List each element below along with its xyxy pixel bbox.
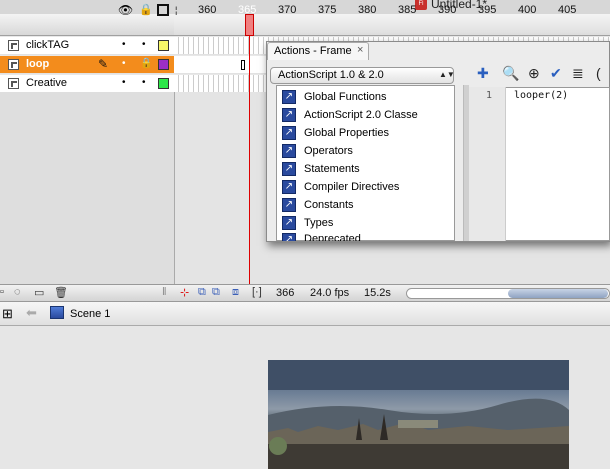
elapsed-time: 15.2s: [364, 287, 391, 299]
code-line[interactable]: looper(2): [514, 90, 568, 101]
ruler-tick: ¦: [175, 5, 178, 15]
timeline-hscroll-thumb[interactable]: [508, 289, 608, 298]
playhead-line: [249, 36, 250, 286]
updown-arrow-icon[interactable]: ▲▼: [439, 68, 455, 82]
toolbox-item-label: Compiler Directives: [304, 181, 400, 193]
toolbox-scrollbar[interactable]: [455, 85, 464, 241]
visibility-dot[interactable]: •: [122, 39, 126, 50]
book-icon: ↗: [282, 216, 296, 230]
actionscript-version-value: ActionScript 1.0 & 2.0: [278, 69, 384, 81]
book-icon: ↗: [282, 108, 296, 122]
scene-label[interactable]: Scene 1: [70, 308, 110, 320]
stage-photo[interactable]: [268, 360, 569, 469]
frame-ruler[interactable]: [174, 14, 610, 36]
layer-row-creative[interactable]: Creative • •: [0, 75, 174, 93]
layer-name: clickTAG: [26, 39, 70, 51]
ruler-number: 370: [278, 4, 297, 16]
toolbox-item-global-functions[interactable]: ↗ Global Functions: [282, 89, 387, 105]
add-guide-icon[interactable]: ◌: [14, 286, 21, 298]
toolbox-item-label: Global Properties: [304, 127, 389, 139]
ruler-number: 360: [198, 4, 217, 16]
toolbox-item-label: Statements: [304, 163, 360, 175]
playhead[interactable]: [245, 14, 254, 36]
ruler-number: 395: [478, 4, 497, 16]
layer-icon: [8, 59, 19, 70]
keyframe-marker[interactable]: [241, 60, 245, 70]
lock-icon[interactable]: 🔒: [140, 58, 152, 69]
close-icon[interactable]: ×: [357, 44, 363, 56]
book-icon: ↗: [282, 198, 296, 212]
book-icon: ↗: [282, 233, 296, 241]
visibility-dot[interactable]: •: [122, 77, 126, 88]
toolbox-item-label: Deprecated: [304, 233, 361, 241]
onion-skin-icon[interactable]: ⧉: [198, 286, 206, 299]
layer-name: loop: [26, 58, 50, 70]
new-folder-icon[interactable]: ▭: [34, 286, 44, 299]
layer-color-swatch[interactable]: [158, 40, 169, 51]
toolbox-item-types[interactable]: ↗ Types: [282, 215, 333, 231]
toolbox-item-label: Operators: [304, 145, 353, 157]
pencil-crossed-icon: ✎: [98, 57, 109, 71]
code-hint-icon[interactable]: (: [596, 65, 601, 81]
current-frame: 366: [276, 287, 295, 299]
layer-name: Creative: [26, 77, 67, 89]
layer-color-swatch[interactable]: [158, 59, 169, 70]
new-layer-icon[interactable]: ▫: [0, 286, 4, 298]
center-frame-icon[interactable]: ⊹: [180, 286, 189, 299]
book-icon: ↗: [282, 180, 296, 194]
modify-markers-icon[interactable]: [·]: [252, 286, 262, 298]
auto-format-icon[interactable]: ≣: [572, 65, 584, 82]
toolbox-item-as2-classes[interactable]: ↗ ActionScript 2.0 Classe: [282, 107, 418, 123]
book-icon: ↗: [282, 162, 296, 176]
ruler-number: 380: [358, 4, 377, 16]
toolbox-item-label: ActionScript 2.0 Classe: [304, 109, 418, 121]
resize-handle-icon[interactable]: ‖: [162, 286, 167, 298]
ruler-number: 390: [438, 4, 457, 16]
onion-outline-icon[interactable]: ⧉: [212, 286, 220, 299]
toolbox-item-statements[interactable]: ↗ Statements: [282, 161, 360, 177]
layer-header: [0, 14, 174, 36]
check-syntax-icon[interactable]: ✔: [550, 65, 562, 82]
trash-icon[interactable]: 🗑: [54, 286, 68, 299]
toolbox-item-label: Constants: [304, 199, 354, 211]
ruler-number: 375: [318, 4, 337, 16]
flash-document-icon: Fl: [415, 0, 427, 10]
target-path-icon[interactable]: ⊕: [528, 65, 540, 82]
eye-icon[interactable]: 👁: [118, 3, 133, 17]
lock-dot[interactable]: •: [142, 77, 146, 88]
toolbox-item-global-properties[interactable]: ↗ Global Properties: [282, 125, 389, 141]
book-icon: ↗: [282, 144, 296, 158]
find-icon[interactable]: 🔍: [502, 65, 519, 82]
lock-dot[interactable]: •: [142, 39, 146, 50]
layer-row-loop[interactable]: loop ✎ • 🔒: [0, 56, 174, 74]
book-icon: ↗: [282, 90, 296, 104]
visibility-dot[interactable]: •: [122, 58, 126, 69]
ruler-number: 385: [398, 4, 417, 16]
line-number-gutter: [469, 87, 506, 241]
layer-icon: [8, 78, 19, 89]
frame-rate: 24.0 fps: [310, 287, 350, 299]
lock-icon[interactable]: 🔒: [139, 3, 153, 16]
city-skyline-image: [268, 360, 569, 469]
back-arrow-icon[interactable]: ⬅: [26, 305, 37, 321]
add-script-icon[interactable]: ✚: [477, 65, 489, 82]
outline-icon[interactable]: [157, 4, 169, 16]
layer-row-clicktag[interactable]: clickTAG • •: [0, 37, 174, 55]
toolbox-item-deprecated[interactable]: ↗ Deprecated: [282, 233, 361, 241]
ruler-number: 400: [518, 4, 537, 16]
toolbox-item-operators[interactable]: ↗ Operators: [282, 143, 353, 159]
edit-multiple-icon[interactable]: ⧈: [232, 286, 239, 299]
toolbox-item-label: Types: [304, 217, 334, 229]
book-icon: ↗: [282, 126, 296, 140]
timeline-toggle-icon[interactable]: ⊞: [2, 306, 13, 322]
actions-panel-title: Actions - Frame: [274, 45, 352, 57]
ruler-number: 405: [558, 4, 577, 16]
line-number: 1: [486, 90, 493, 101]
scene-icon: [50, 306, 64, 319]
toolbox-item-constants[interactable]: ↗ Constants: [282, 197, 354, 213]
toolbox-item-label: Global Functions: [304, 91, 387, 103]
layer-color-swatch[interactable]: [158, 78, 169, 89]
layer-icon: [8, 40, 19, 51]
toolbox-item-compiler-directives[interactable]: ↗ Compiler Directives: [282, 179, 399, 195]
